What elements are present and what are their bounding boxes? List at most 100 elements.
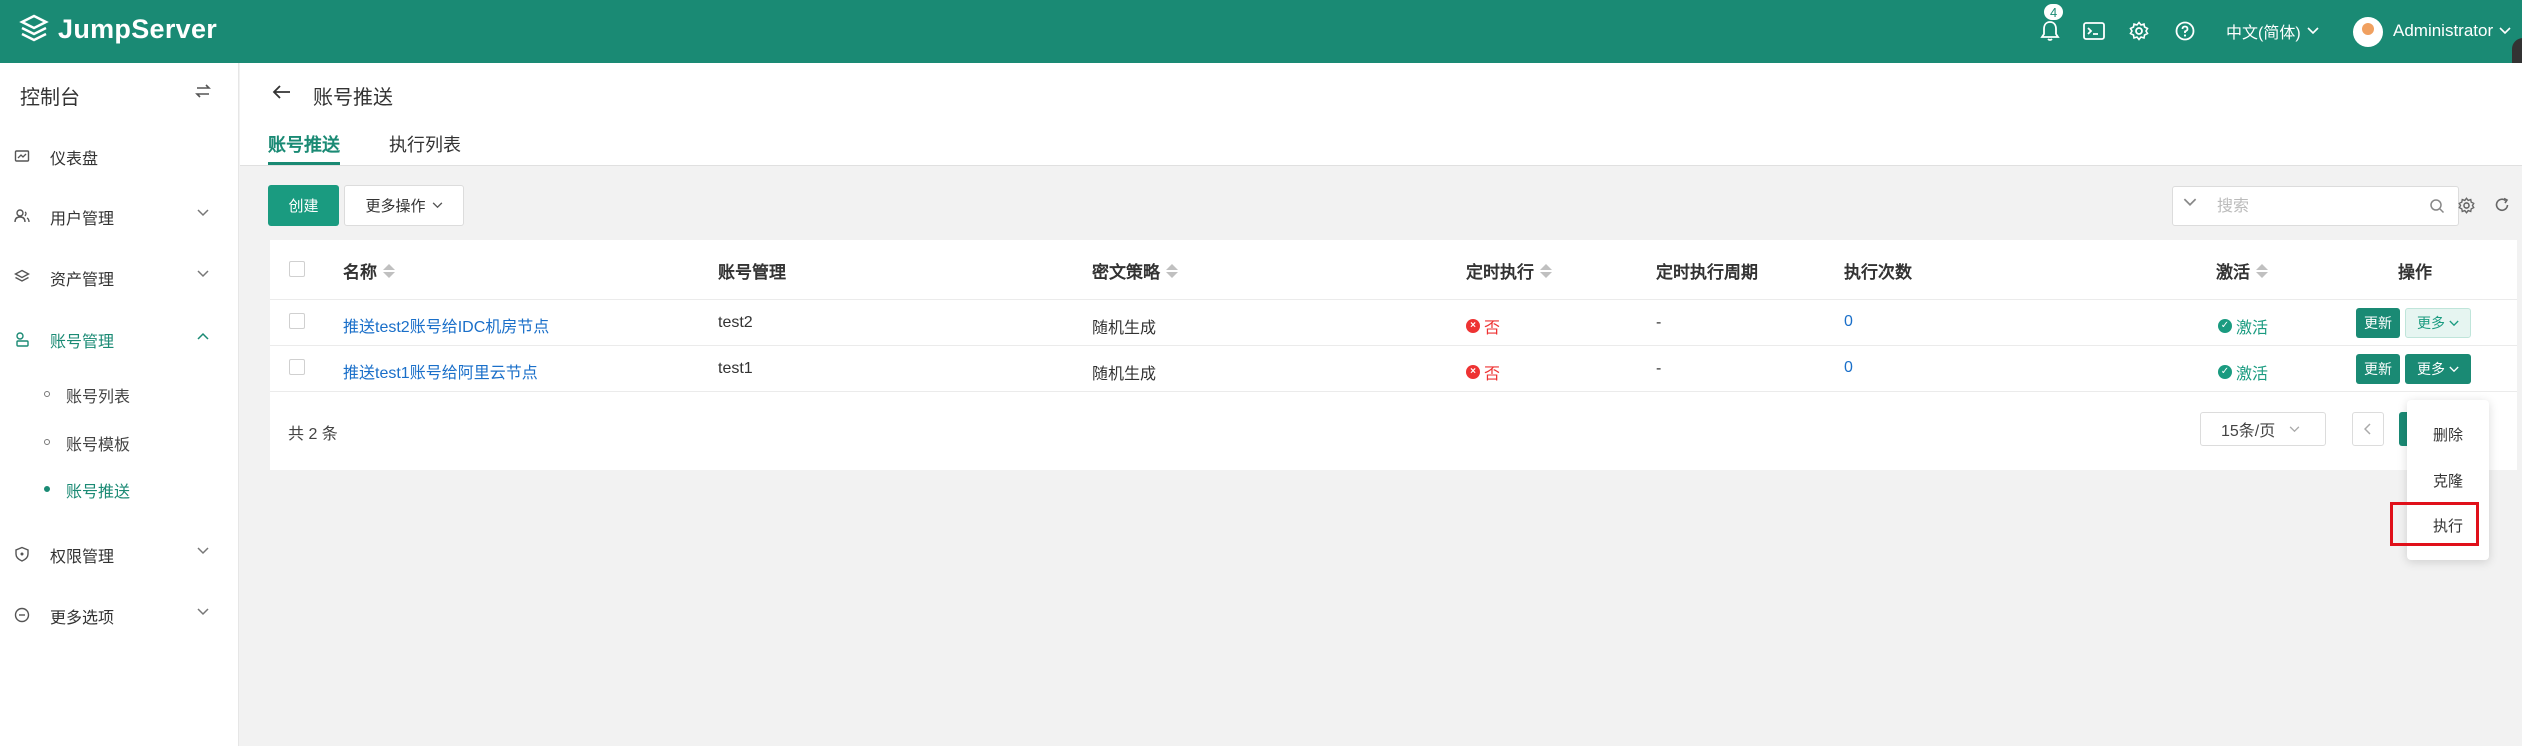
chevron-up-icon [197, 332, 209, 340]
arrow-left-icon [272, 85, 290, 99]
sidebar-item-assets[interactable]: 资产管理 [0, 258, 239, 298]
chevron-left-icon [2364, 423, 2371, 435]
jumpserver-logo-icon [19, 14, 49, 42]
total-count: 共 2 条 [288, 426, 338, 443]
page-size-select[interactable]: 15条/页 [2200, 412, 2326, 446]
create-button[interactable]: 创建 [268, 185, 339, 226]
prev-page-button[interactable] [2352, 412, 2384, 446]
permission-icon [15, 546, 29, 562]
sidebar-title: 控制台 [20, 87, 80, 109]
header-label: 名称 [343, 263, 377, 282]
select-all-checkbox[interactable] [289, 261, 305, 277]
close-circle-icon: × [1466, 365, 1480, 379]
back-button[interactable] [272, 80, 292, 106]
web-terminal-button[interactable] [2083, 16, 2105, 46]
row-divider [270, 345, 2517, 346]
switch-view-button[interactable] [195, 83, 211, 104]
row-account: test2 [718, 314, 753, 331]
more-button[interactable]: 更多 [2405, 354, 2471, 384]
search-box [2172, 186, 2459, 226]
sidebar-item-label: 用户管理 [50, 211, 115, 228]
header-label: 密文策略 [1092, 263, 1160, 282]
sidebar-subitem-label: 账号模板 [66, 437, 131, 454]
more-options-icon [14, 607, 30, 623]
logo[interactable]: JumpServer [18, 13, 217, 45]
row-strategy: 随机生成 [1092, 366, 1157, 383]
header-label: 激活 [2216, 263, 2250, 282]
header-divider [270, 299, 2517, 300]
check-circle-icon: ✓ [2218, 365, 2232, 379]
tab-execution-list[interactable]: 执行列表 [389, 131, 461, 157]
column-header-periodic[interactable]: 定时执行 [1466, 258, 1552, 283]
row-exec-count[interactable]: 0 [1844, 359, 1853, 377]
search-input[interactable] [2217, 195, 2407, 219]
language-label: 中文(简体) [2226, 25, 2301, 42]
update-button[interactable]: 更新 [2356, 308, 2400, 338]
column-header-name[interactable]: 名称 [343, 258, 395, 283]
chevron-down-icon [2289, 425, 2300, 432]
column-header-active[interactable]: 激活 [2216, 258, 2268, 283]
sidebar-item-label: 更多选项 [50, 610, 115, 627]
sidebar-item-accounts[interactable]: 账号管理 [0, 320, 239, 360]
language-selector[interactable]: 中文(简体) [2226, 16, 2319, 46]
sidebar-subitem-account-list[interactable]: 账号列表 [0, 373, 239, 413]
header-label: 账号管理 [718, 263, 786, 282]
help-button[interactable] [2175, 16, 2195, 46]
row-name-link[interactable]: 推送test1账号给阿里云节点 [343, 359, 538, 383]
user-menu[interactable]: Administrator [2393, 16, 2511, 46]
chevron-down-icon[interactable] [2183, 198, 2197, 207]
header-label: 执行次数 [1844, 263, 1912, 282]
accounts-icon [16, 332, 29, 347]
sidebar-item-label: 仪表盘 [50, 151, 99, 168]
table-settings-icon[interactable] [2458, 197, 2475, 214]
check-circle-icon: ✓ [2218, 319, 2232, 333]
column-header-exec-count: 执行次数 [1844, 258, 1912, 283]
sidebar-subitem-account-template[interactable]: 账号模板 [0, 421, 239, 461]
avatar[interactable] [2353, 17, 2383, 47]
more-label: 更多 [2417, 315, 2445, 331]
top-bar: JumpServer 4 中文(简体) Administrator [0, 0, 2522, 63]
column-header-actions: 操作 [2398, 258, 2432, 283]
user-name: Administrator [2393, 21, 2494, 40]
header-label: 定时执行 [1466, 263, 1534, 282]
help-icon [2175, 21, 2195, 41]
row-checkbox[interactable] [289, 313, 305, 329]
more-actions-label: 更多操作 [365, 198, 426, 215]
sidebar-item-label: 资产管理 [50, 272, 115, 289]
row-exec-count[interactable]: 0 [1844, 313, 1853, 331]
assets-icon [14, 269, 30, 282]
bullet-icon [44, 391, 50, 397]
more-button[interactable]: 更多 [2405, 308, 2471, 338]
column-header-strategy[interactable]: 密文策略 [1092, 258, 1178, 283]
menu-item-clone[interactable]: 克隆 [2407, 470, 2489, 491]
tab-account-push[interactable]: 账号推送 [268, 131, 340, 157]
sidebar-subitem-account-push[interactable]: 账号推送 [0, 468, 239, 508]
more-label: 更多 [2417, 361, 2445, 377]
sidebar-item-more-options[interactable]: 更多选项 [0, 596, 239, 636]
notification-badge: 4 [2043, 3, 2065, 21]
swap-icon [195, 84, 211, 98]
sort-icon [2256, 263, 2268, 278]
search-icon[interactable] [2429, 198, 2445, 214]
update-button[interactable]: 更新 [2356, 354, 2400, 384]
highlight-box [2390, 502, 2479, 546]
menu-item-delete[interactable]: 删除 [2407, 424, 2489, 445]
row-name-link[interactable]: 推送test2账号给IDC机房节点 [343, 313, 549, 337]
refresh-icon[interactable] [2494, 197, 2510, 213]
row-checkbox[interactable] [289, 359, 305, 375]
row-periodic-status: × 否 [1466, 314, 1500, 338]
sidebar-item-users[interactable]: 用户管理 [0, 197, 239, 237]
sidebar-item-label: 账号管理 [50, 334, 115, 351]
bell-icon [2040, 21, 2060, 41]
more-actions-button[interactable]: 更多操作 [344, 185, 464, 226]
sidebar-item-permissions[interactable]: 权限管理 [0, 535, 239, 575]
settings-button[interactable] [2129, 16, 2149, 46]
dashboard-icon [14, 150, 30, 162]
status-text: 否 [1484, 320, 1501, 337]
sort-icon [1540, 263, 1552, 278]
row-active-status: ✓ 激活 [2218, 314, 2268, 338]
sidebar-item-dashboard[interactable]: 仪表盘 [0, 137, 239, 177]
page-size-label: 15条/页 [2221, 423, 2276, 440]
page-title: 账号推送 [313, 87, 393, 109]
chevron-down-icon [432, 202, 442, 209]
